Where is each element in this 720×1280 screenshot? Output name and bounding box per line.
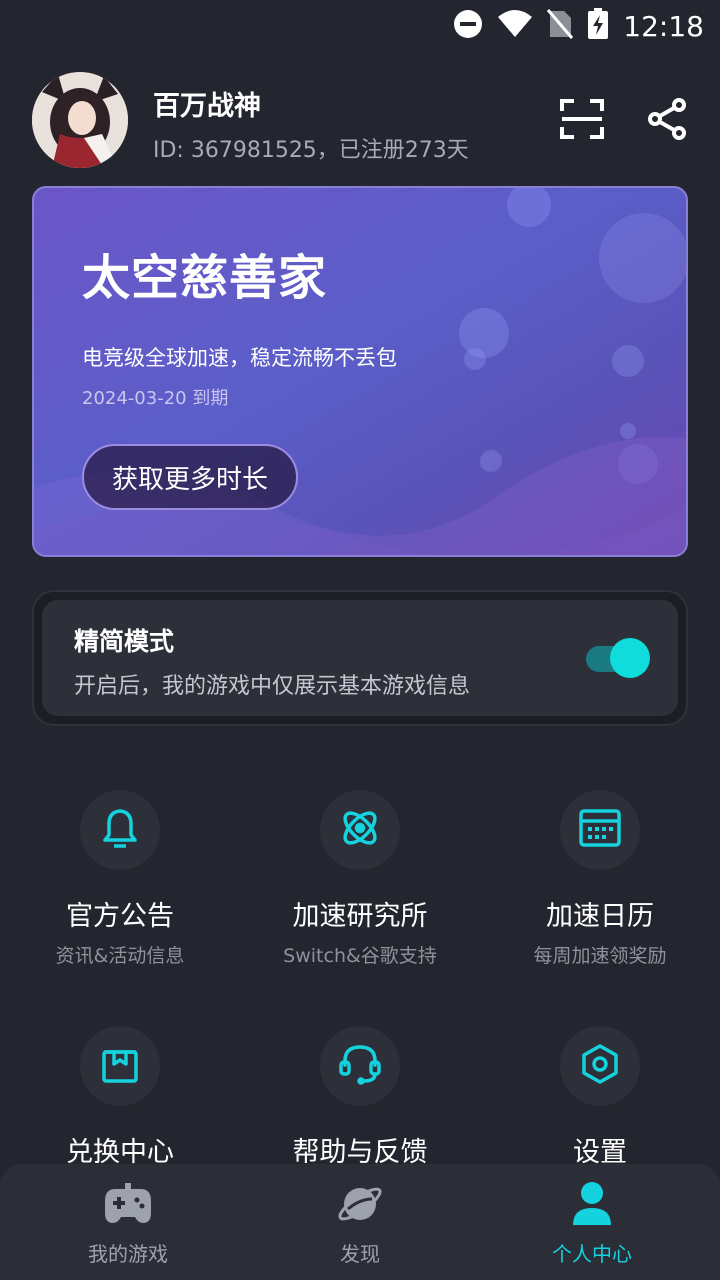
atom-icon (338, 806, 382, 854)
person-icon (492, 1180, 692, 1228)
get-more-time-button[interactable]: 获取更多时长 (82, 444, 298, 510)
username: 百万战神 (153, 91, 261, 122)
nav-label: 发现 (340, 1242, 380, 1266)
nav-label: 我的游戏 (88, 1242, 168, 1266)
grid-item-help[interactable]: 帮助与反馈 (240, 1026, 480, 1169)
avatar[interactable] (32, 72, 128, 168)
nav-item-profile[interactable]: 个人中心 (492, 1180, 692, 1267)
battery-charging-icon (587, 8, 609, 44)
gift-box-icon (100, 1044, 140, 1088)
calendar-icon (579, 808, 621, 852)
headset-icon-circle (320, 1026, 400, 1106)
bottom-navigation: 我的游戏 发现 个人中心 (0, 1164, 720, 1280)
hexagon-settings-icon-circle (560, 1026, 640, 1106)
bell-icon-circle (80, 790, 160, 870)
nav-label: 个人中心 (552, 1242, 632, 1266)
grid-sublabel: 每周加速领奖励 (533, 945, 667, 967)
grid-item-lab[interactable]: 加速研究所 Switch&谷歌支持 (240, 790, 480, 968)
grid-item-settings[interactable]: 设置 (480, 1026, 720, 1169)
grid-label: 加速日历 (546, 901, 654, 932)
share-button[interactable] (644, 98, 690, 144)
calendar-icon-circle (560, 790, 640, 870)
grid-item-calendar[interactable]: 加速日历 每周加速领奖励 (480, 790, 720, 968)
planet-icon (260, 1180, 460, 1228)
grid-sublabel: 资讯&活动信息 (55, 945, 185, 967)
atom-icon-circle (320, 790, 400, 870)
decorative-bubble (464, 348, 486, 370)
nav-item-my-games[interactable]: 我的游戏 (28, 1180, 228, 1267)
grid-item-redeem[interactable]: 兑换中心 (0, 1026, 240, 1169)
avatar-illustration (32, 72, 128, 168)
hexagon-settings-icon (579, 1043, 621, 1089)
banner-title: 太空慈善家 (82, 250, 328, 306)
grid-label: 加速研究所 (292, 901, 428, 932)
status-bar: 12:18 (0, 0, 720, 50)
status-icons: 12:18 (453, 8, 704, 44)
banner-subtitle: 电竞级全球加速，稳定流畅不丢包 (82, 346, 397, 370)
decorative-bubble (599, 213, 686, 303)
nav-item-discover[interactable]: 发现 (260, 1180, 460, 1267)
decorative-bubble (507, 188, 551, 227)
simple-mode-title: 精简模式 (74, 627, 175, 656)
no-sim-icon (547, 9, 574, 43)
screen: 12:18 百万战神 ID: 367981525，已注册273天 太空慈善家 电… (0, 0, 720, 1280)
simple-mode-description: 开启后，我的游戏中仅展示基本游戏信息 (74, 674, 471, 699)
clock-time: 12:18 (623, 9, 704, 43)
membership-banner[interactable]: 太空慈善家 电竞级全球加速，稳定流畅不丢包 2024-03-20 到期 获取更多… (32, 186, 688, 557)
decorative-bubble (612, 345, 644, 377)
toggle-knob (610, 638, 650, 678)
grid-sublabel: Switch&谷歌支持 (283, 945, 437, 967)
user-id-text: ID: 367981525，已注册273天 (153, 138, 469, 163)
headset-icon (338, 1043, 382, 1089)
bell-icon (102, 808, 138, 852)
simple-mode-toggle[interactable] (586, 638, 650, 678)
grid-item-announcements[interactable]: 官方公告 资讯&活动信息 (0, 790, 240, 968)
share-icon (647, 98, 687, 144)
gamepad-icon (28, 1180, 228, 1228)
simple-mode-card: 精简模式 开启后，我的游戏中仅展示基本游戏信息 (42, 600, 678, 716)
do-not-disturb-icon (453, 9, 483, 43)
gift-box-icon-circle (80, 1026, 160, 1106)
expiry-date: 2024-03-20 到期 (82, 388, 229, 409)
simple-mode-panel: 精简模式 开启后，我的游戏中仅展示基本游戏信息 (32, 590, 688, 726)
scan-icon (560, 99, 604, 143)
wifi-icon (497, 9, 533, 43)
grid-label: 官方公告 (66, 901, 174, 932)
scan-button[interactable] (559, 98, 605, 144)
